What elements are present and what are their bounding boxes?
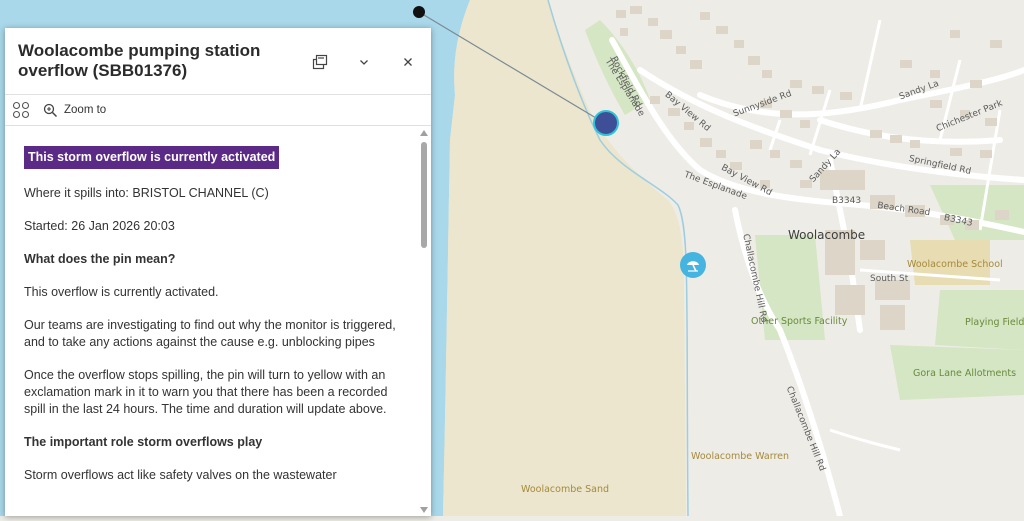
status-badge: This storm overflow is currently activat… [24,146,280,169]
beach-umbrella-icon[interactable] [680,252,706,278]
place-label-other-sports: Other Sports Facility [751,316,848,327]
popup-header: Woolacombe pumping station overflow (SBB… [5,28,431,95]
place-label-warren: Woolacombe Warren [691,451,790,462]
spills-into-text: Where it spills into: BRISTOL CHANNEL (C… [24,186,269,200]
zoom-to-label: Zoom to [64,104,107,116]
place-label-woolacombe: Woolacombe [788,228,866,242]
activated-text: This overflow is currently activated. [24,285,219,299]
role-heading: The important role storm overflows play [24,435,263,449]
overflow-pin-icon[interactable] [593,110,619,136]
place-label-gora: Gora Lane Allotments [913,368,1017,379]
dock-button[interactable] [308,50,332,74]
once-stops-text: Once the overflow stops spilling, the pi… [24,368,388,416]
zoom-to-icon [43,103,58,117]
place-label-school: Woolacombe School [907,259,1003,270]
popup-content: This storm overflow is currently activat… [5,126,417,516]
select-features-button[interactable] [12,101,30,119]
popup-scrollbar[interactable] [417,126,431,516]
role-text: Storm overflows act like safety valves o… [24,468,337,482]
road-label-south-st: South St [870,274,909,284]
road-label-b3343: B3343 [832,196,862,206]
place-label-sand: Woolacombe Sand [521,484,610,495]
zoom-to-button[interactable]: Zoom to [43,100,106,120]
place-label-playing-field: Playing Field [965,317,1024,328]
popup-toolbar: Zoom to [5,95,431,126]
close-icon [404,58,412,66]
pin-meaning-heading: What does the pin mean? [24,252,176,266]
popup-title: Woolacombe pumping station overflow (SBB… [18,41,261,80]
investigating-text: Our teams are investigating to find out … [24,318,396,349]
collapse-button[interactable] [352,50,376,74]
select-features-icon [12,101,30,119]
chevron-down-icon [360,60,368,65]
feature-popup: Woolacombe pumping station overflow (SBB… [5,28,431,516]
dock-icon [312,54,328,70]
close-button[interactable] [396,50,420,74]
started-text: Started: 26 Jan 2026 20:03 [24,219,175,233]
